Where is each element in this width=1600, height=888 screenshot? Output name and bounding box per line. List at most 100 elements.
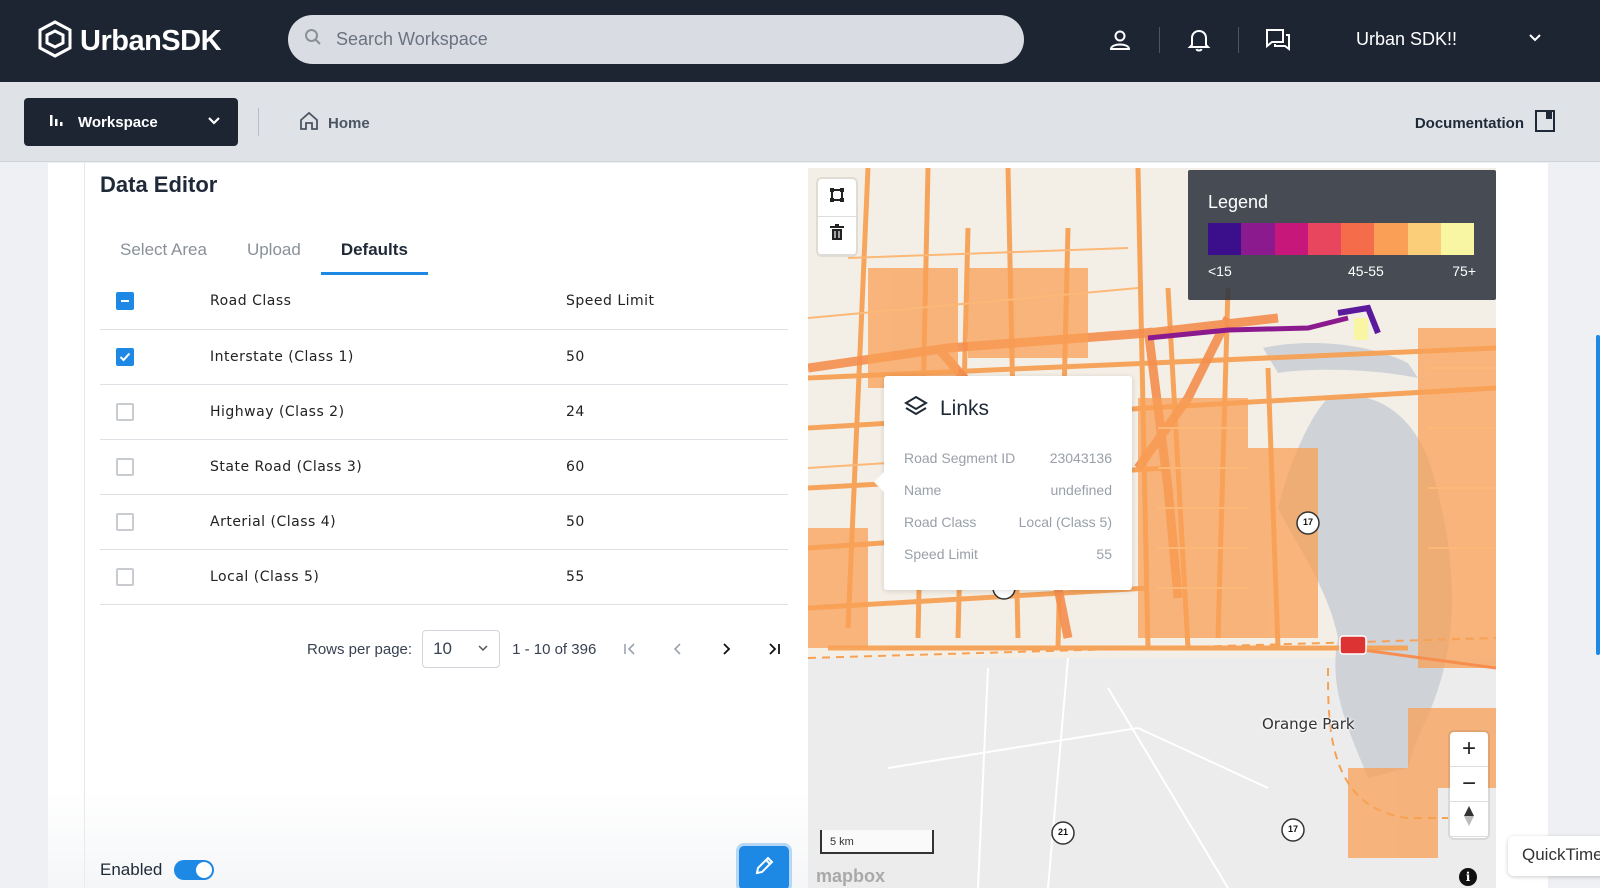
home-icon	[298, 110, 320, 136]
reset-bearing-button[interactable]	[1450, 802, 1488, 837]
zoom-out-button[interactable]: −	[1450, 767, 1488, 802]
legend-label-low: <15	[1208, 263, 1232, 279]
scrollbar[interactable]	[1596, 335, 1600, 655]
polygon-icon	[828, 186, 846, 209]
enabled-label: Enabled	[100, 860, 163, 879]
popup-field-row: Road Segment ID 23043136	[904, 442, 1112, 474]
layers-icon	[904, 394, 928, 424]
zoom-controls: + −	[1450, 732, 1488, 838]
legend-swatch	[1341, 223, 1375, 255]
popup-field-value: 23043136	[1049, 450, 1112, 466]
urbansdk-logo-icon	[38, 20, 72, 63]
tab-select-area[interactable]: Select Area	[100, 236, 227, 275]
pagination: Rows per page: 10 1 - 10 of 396	[307, 630, 798, 668]
popup-field-value: 55	[1096, 546, 1112, 562]
search-bar[interactable]	[288, 15, 1024, 64]
popup-field-value: Local (Class 5)	[1018, 514, 1112, 530]
column-header-road-class[interactable]: Road Class	[210, 274, 566, 330]
place-label: Orange Park	[1262, 715, 1355, 733]
table-row[interactable]: State Road (Class 3) 60	[100, 439, 788, 495]
row-checkbox[interactable]	[116, 512, 134, 531]
enabled-toggle[interactable]	[174, 860, 215, 880]
home-link[interactable]: Home	[298, 110, 370, 136]
sub-bar: Workspace Home Documentation	[0, 82, 1600, 162]
speed-limit-cell[interactable]: 60	[566, 439, 788, 495]
quicktime-tooltip[interactable]: QuickTime	[1508, 836, 1600, 876]
info-icon[interactable]: i	[1459, 868, 1477, 886]
map-legend: Legend <15 45-55 75+	[1188, 170, 1496, 300]
draw-controls	[818, 179, 856, 255]
popup-field-key: Road Class	[904, 514, 977, 530]
select-all-checkbox[interactable]	[116, 292, 134, 311]
edit-button[interactable]	[736, 843, 792, 888]
bell-icon[interactable]	[1183, 24, 1215, 56]
row-checkbox[interactable]	[116, 347, 134, 366]
user-name[interactable]: Urban SDK!!	[1356, 29, 1457, 50]
chevron-down-icon	[206, 112, 222, 132]
legend-swatch	[1307, 223, 1341, 255]
brand-name: UrbanSDK	[80, 25, 222, 57]
profile-icon[interactable]	[1104, 24, 1136, 56]
tab-upload[interactable]: Upload	[227, 236, 321, 275]
row-checkbox-cell	[100, 384, 210, 440]
road-class-cell: Local (Class 5)	[210, 549, 566, 605]
legend-swatch	[1374, 223, 1408, 255]
page-title: Data Editor	[100, 172, 218, 197]
mapbox-logo[interactable]: mapbox	[816, 866, 885, 887]
legend-swatch	[1274, 223, 1308, 255]
search-input[interactable]	[336, 29, 936, 50]
speed-limit-cell[interactable]: 24	[566, 384, 788, 440]
row-checkbox[interactable]	[116, 457, 134, 476]
popup-field-row: Name undefined	[904, 474, 1112, 506]
legend-swatch	[1440, 223, 1474, 255]
top-bar: UrbanSDK Urban SDK!!	[0, 0, 1600, 82]
first-page-icon[interactable]	[606, 641, 654, 657]
legend-color-scale	[1208, 223, 1474, 255]
table-row[interactable]: Arterial (Class 4) 50	[100, 494, 788, 550]
speed-limit-cell[interactable]: 50	[566, 329, 788, 385]
speed-limit-cell[interactable]: 50	[566, 494, 788, 550]
workspace-label: Workspace	[78, 113, 158, 131]
popup-field-key: Name	[904, 482, 942, 498]
home-label: Home	[328, 114, 370, 132]
plus-icon: +	[1461, 735, 1476, 762]
divider	[258, 108, 259, 136]
book-icon	[1534, 109, 1556, 137]
pencil-icon	[753, 855, 775, 882]
chevron-down-icon	[477, 639, 489, 659]
row-checkbox-cell	[100, 439, 210, 495]
chat-icon[interactable]	[1262, 24, 1294, 56]
legend-swatch	[1241, 223, 1275, 255]
table-row[interactable]: Interstate (Class 1) 50	[100, 329, 788, 385]
popup-field-row: Road Class Local (Class 5)	[904, 506, 1112, 538]
popup-field-key: Speed Limit	[904, 546, 978, 562]
speed-limit-cell[interactable]: 55	[566, 549, 788, 605]
route-shield-label: 21	[1057, 827, 1068, 837]
divider	[1238, 27, 1239, 53]
legend-label-high: 75+	[1452, 263, 1476, 279]
draw-polygon-button[interactable]	[818, 179, 856, 217]
column-header-speed-limit[interactable]: Speed Limit	[566, 274, 788, 330]
previous-page-icon[interactable]	[654, 641, 702, 657]
trash-icon	[829, 224, 845, 247]
workspace-dropdown[interactable]: Workspace	[24, 98, 238, 146]
chevron-down-icon[interactable]	[1527, 29, 1543, 50]
divider	[84, 163, 85, 888]
road-class-cell: Arterial (Class 4)	[210, 494, 566, 550]
table-row[interactable]: Highway (Class 2) 24	[100, 384, 788, 440]
next-page-icon[interactable]	[702, 641, 750, 657]
last-page-icon[interactable]	[750, 641, 798, 657]
brand-logo[interactable]: UrbanSDK	[38, 20, 222, 63]
tab-defaults[interactable]: Defaults	[320, 236, 428, 275]
delete-shape-button[interactable]	[818, 217, 856, 255]
documentation-link[interactable]: Documentation	[1415, 109, 1556, 137]
zoom-in-button[interactable]: +	[1450, 732, 1488, 767]
route-shield-label: 17	[1302, 517, 1313, 527]
row-checkbox[interactable]	[116, 567, 134, 586]
table-header-row: Road Class Speed Limit	[100, 274, 788, 330]
row-checkbox[interactable]	[116, 402, 134, 421]
rows-per-page-select[interactable]: 10	[422, 630, 501, 668]
documentation-label: Documentation	[1414, 114, 1524, 132]
header-checkbox-cell	[100, 274, 210, 330]
table-row[interactable]: Local (Class 5) 55	[100, 549, 788, 605]
